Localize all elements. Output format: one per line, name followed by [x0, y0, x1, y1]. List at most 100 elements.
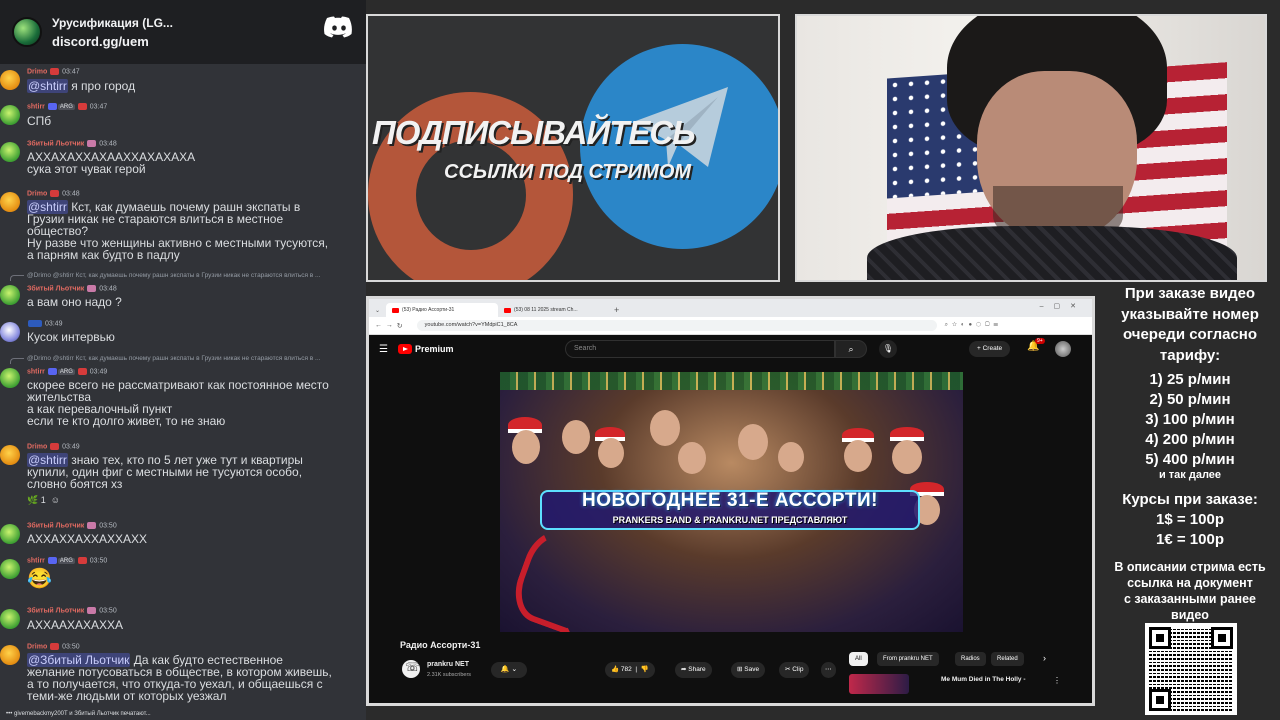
- user-avatar[interactable]: [0, 192, 20, 212]
- search-icon[interactable]: ⌕: [835, 340, 867, 358]
- username[interactable]: Drimo: [27, 190, 47, 197]
- username[interactable]: shtirr: [27, 368, 45, 375]
- youtube-logo-icon[interactable]: [397, 344, 412, 354]
- flag-badge-icon: [28, 320, 42, 327]
- subscribed-bell-button[interactable]: 🔔 ⌄: [491, 662, 527, 678]
- user-avatar[interactable]: [0, 285, 20, 305]
- qr-finder: [1211, 627, 1233, 649]
- window-controls[interactable]: –▢✕: [1040, 302, 1086, 310]
- youtube-header: ☰ Premium Search ⌕ 🎙 + Create 🔔 9+: [369, 335, 1092, 363]
- typing-text: givemebackmy200T и Збитый Льотчик печата…: [13, 711, 151, 717]
- message-body: я про город: [67, 79, 136, 93]
- tab-stream[interactable]: (53) 08 11 2025 stream Ch...: [498, 303, 610, 317]
- recommended-video-thumbnail[interactable]: [849, 674, 909, 694]
- extension-icons[interactable]: ⌕☆◐●⬡▢☰: [945, 322, 1002, 329]
- user-avatar[interactable]: [0, 559, 20, 579]
- timestamp: 03:50: [89, 557, 108, 565]
- reaction[interactable]: 🌿 1 ☺: [27, 495, 60, 506]
- url-input[interactable]: youtube.com/watch?v=YMdpiC1_8CA: [416, 320, 937, 331]
- chevron-right-icon[interactable]: ›: [1043, 653, 1046, 663]
- chip-all[interactable]: All: [849, 652, 868, 666]
- mention[interactable]: @shtirr: [27, 79, 68, 93]
- webcam-feed: [795, 14, 1267, 282]
- clip-button[interactable]: ✂ Clip: [779, 662, 810, 678]
- channel-avatar[interactable]: [402, 660, 420, 678]
- account-avatar[interactable]: [1055, 341, 1071, 357]
- subscribe-promo-overlay: ПОДПИСЫВАЙТЕСЬ ССЫЛКИ ПОД СТРИМОМ: [366, 14, 780, 282]
- reply-preview[interactable]: @Drimo @shtirr Кст, как думаешь почему р…: [27, 272, 320, 279]
- message-body: Кст, как думаешь почему рашн экспаты в Г…: [27, 200, 329, 262]
- tier-4: 4) 200 р/мин: [1145, 431, 1235, 448]
- recommended-video-title[interactable]: Me Mum Died in The Holly -: [941, 676, 1026, 683]
- user-avatar[interactable]: [0, 142, 20, 162]
- heart-badge-icon: [47, 368, 57, 375]
- qr-code[interactable]: [1145, 623, 1237, 715]
- message-meta: shtirr ARG 03:47: [27, 103, 107, 110]
- tab-radio-assorti[interactable]: (53) Радио Ассорти-31: [386, 303, 499, 317]
- username[interactable]: shtirr: [27, 103, 45, 110]
- share-button[interactable]: ➦ Share: [675, 662, 712, 678]
- message-meta: shtirr ARG 03:50: [27, 557, 107, 564]
- like-button[interactable]: 👍 782 | 👎: [605, 662, 655, 678]
- username[interactable]: shtirr: [27, 557, 45, 564]
- add-reaction-icon[interactable]: ☺: [51, 495, 60, 505]
- message-body: знаю тех, кто по 5 лет уже тут и квартир…: [27, 453, 303, 491]
- chip-from-channel[interactable]: From prankru NET: [877, 652, 939, 666]
- username[interactable]: Збитый Льотчик: [27, 522, 84, 529]
- user-avatar[interactable]: [0, 609, 20, 629]
- role-badge-icon: [50, 190, 60, 197]
- video-info-area: Радио Ассорти-31 prankru NET 2.31K subsc…: [369, 634, 1092, 703]
- reload-icon[interactable]: ↻: [397, 322, 403, 330]
- discord-chat-panel: Урусификация (LG... discord.gg/uem Drimo…: [0, 0, 366, 720]
- user-avatar[interactable]: [0, 445, 20, 465]
- user-avatar[interactable]: [0, 524, 20, 544]
- youtube-premium-label[interactable]: Premium: [415, 344, 454, 354]
- timestamp: 03:50: [62, 643, 80, 651]
- role-badge-icon: [87, 140, 97, 147]
- role-badge-icon: [87, 607, 97, 614]
- user-avatar[interactable]: [0, 105, 20, 125]
- username[interactable]: Збитый Льотчик: [27, 607, 84, 614]
- heart-badge-icon: [47, 557, 57, 564]
- clip-label: Clip: [792, 666, 804, 673]
- user-avatar[interactable]: [0, 322, 20, 342]
- message-text: Кусок интервью: [27, 330, 115, 344]
- back-icon[interactable]: ←: [375, 322, 382, 329]
- username[interactable]: Drimo: [27, 68, 47, 75]
- video-thumbnail-subtitle: PRANKERS BAND & PRANKRU.NET ПРЕДСТАВЛЯЮТ: [612, 515, 848, 525]
- youtube-favicon-icon: [392, 307, 400, 313]
- chip-related[interactable]: Related: [991, 652, 1024, 666]
- tiers-etc: и так далее: [1158, 469, 1222, 481]
- username[interactable]: Збитый Льотчик: [27, 140, 84, 147]
- server-header[interactable]: Урусификация (LG... discord.gg/uem: [0, 0, 366, 64]
- new-tab-button[interactable]: +: [614, 303, 619, 317]
- create-button[interactable]: + Create: [969, 341, 1011, 357]
- promo-subtitle: ССЫЛКИ ПОД СТРИМОМ: [444, 161, 692, 183]
- more-options-icon[interactable]: ⋮: [1053, 676, 1061, 685]
- browser-window: ⌄ (53) Радио Ассорти-31 (53) 08 11 2025 …: [366, 296, 1095, 706]
- pricing-header: При заказе видео указывайте номер очеред…: [1121, 285, 1259, 364]
- user-avatar[interactable]: [0, 70, 20, 90]
- timestamp: 03:48: [62, 190, 80, 198]
- user-avatar[interactable]: [0, 645, 20, 665]
- save-button[interactable]: ⊞ Save: [731, 662, 766, 678]
- menu-icon[interactable]: ☰: [379, 344, 388, 355]
- username[interactable]: Drimo: [27, 443, 47, 450]
- microphone-icon[interactable]: 🎙: [879, 340, 897, 358]
- chip-radios[interactable]: Radios: [955, 652, 986, 666]
- video-player[interactable]: НОВОГОДНЕЕ 31-Е АССОРТИ! PRANKERS BAND &…: [500, 372, 963, 632]
- server-invite-link[interactable]: discord.gg/uem: [52, 34, 173, 49]
- forward-icon[interactable]: →: [386, 322, 393, 329]
- channel-name[interactable]: prankru NET: [427, 661, 469, 668]
- tab-list-icon[interactable]: ⌄: [375, 307, 380, 314]
- username[interactable]: Збитый Льотчик: [27, 285, 84, 292]
- more-actions-icon[interactable]: ⋯: [821, 662, 836, 678]
- message-meta: Збитый Льотчик 03:50: [27, 522, 117, 529]
- username[interactable]: Drimo: [27, 643, 47, 650]
- search-input[interactable]: Search: [565, 340, 835, 358]
- user-avatar[interactable]: [0, 368, 20, 388]
- timestamp: 03:49: [89, 368, 108, 376]
- reply-preview[interactable]: @Drimo @shtirr Кст, как думаешь почему р…: [27, 355, 320, 362]
- person-face: [778, 442, 804, 472]
- person-face: [512, 430, 540, 464]
